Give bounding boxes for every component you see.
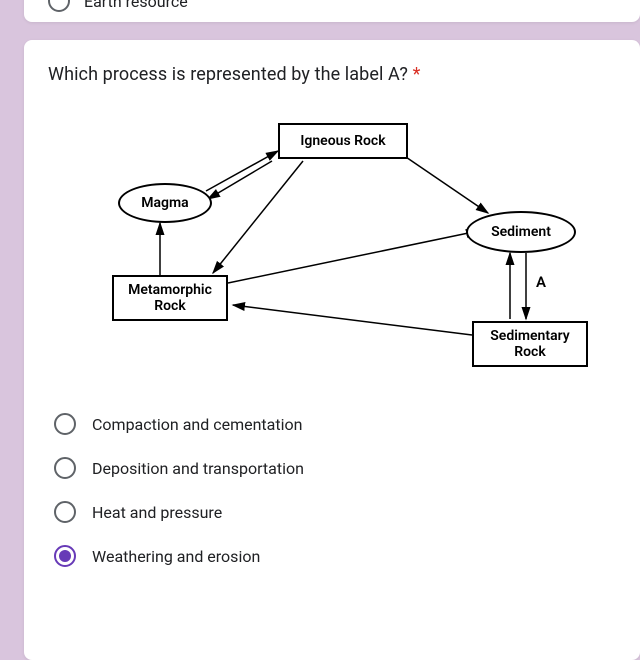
option-heat-pressure[interactable]: Heat and pressure: [54, 501, 616, 523]
node-sediment: Sediment: [466, 211, 576, 253]
question-card: Which process is represented by the labe…: [24, 40, 640, 660]
option-weathering-erosion[interactable]: Weathering and erosion: [54, 545, 616, 567]
required-asterisk: *: [413, 64, 421, 85]
node-sediment-label: Sediment: [491, 224, 551, 240]
rock-cycle-diagram: Igneous Rock Magma Sediment Metamorphic …: [68, 103, 588, 393]
node-metamorphic-label: Metamorphic Rock: [128, 282, 212, 314]
radio-icon: [54, 413, 76, 435]
radio-icon: [54, 501, 76, 523]
previous-question-card: Earth resource: [24, 0, 640, 22]
option-label: Heat and pressure: [92, 503, 222, 522]
option-compaction-cementation[interactable]: Compaction and cementation: [54, 413, 616, 435]
node-magma-label: Magma: [141, 195, 188, 211]
radio-icon-checked: [54, 545, 76, 567]
node-metamorphic-rock: Metamorphic Rock: [112, 275, 228, 321]
node-igneous-label: Igneous Rock: [300, 133, 385, 149]
answer-options: Compaction and cementation Deposition an…: [54, 413, 616, 567]
node-magma: Magma: [118, 183, 212, 223]
option-label: Compaction and cementation: [92, 415, 302, 434]
option-label: Deposition and transportation: [92, 459, 304, 478]
node-igneous-rock: Igneous Rock: [278, 123, 408, 159]
node-sedimentary-label: Sedimentary Rock: [490, 328, 569, 360]
question-body: Which process is represented by the labe…: [48, 64, 408, 85]
previous-option-row[interactable]: Earth resource: [48, 0, 188, 12]
previous-option-label: Earth resource: [84, 0, 188, 11]
option-deposition-transportation[interactable]: Deposition and transportation: [54, 457, 616, 479]
radio-icon: [48, 0, 70, 12]
diagram-label-a: A: [536, 273, 546, 291]
question-text: Which process is represented by the labe…: [48, 64, 616, 85]
radio-icon: [54, 457, 76, 479]
option-label: Weathering and erosion: [92, 547, 260, 566]
node-sedimentary-rock: Sedimentary Rock: [472, 321, 588, 367]
